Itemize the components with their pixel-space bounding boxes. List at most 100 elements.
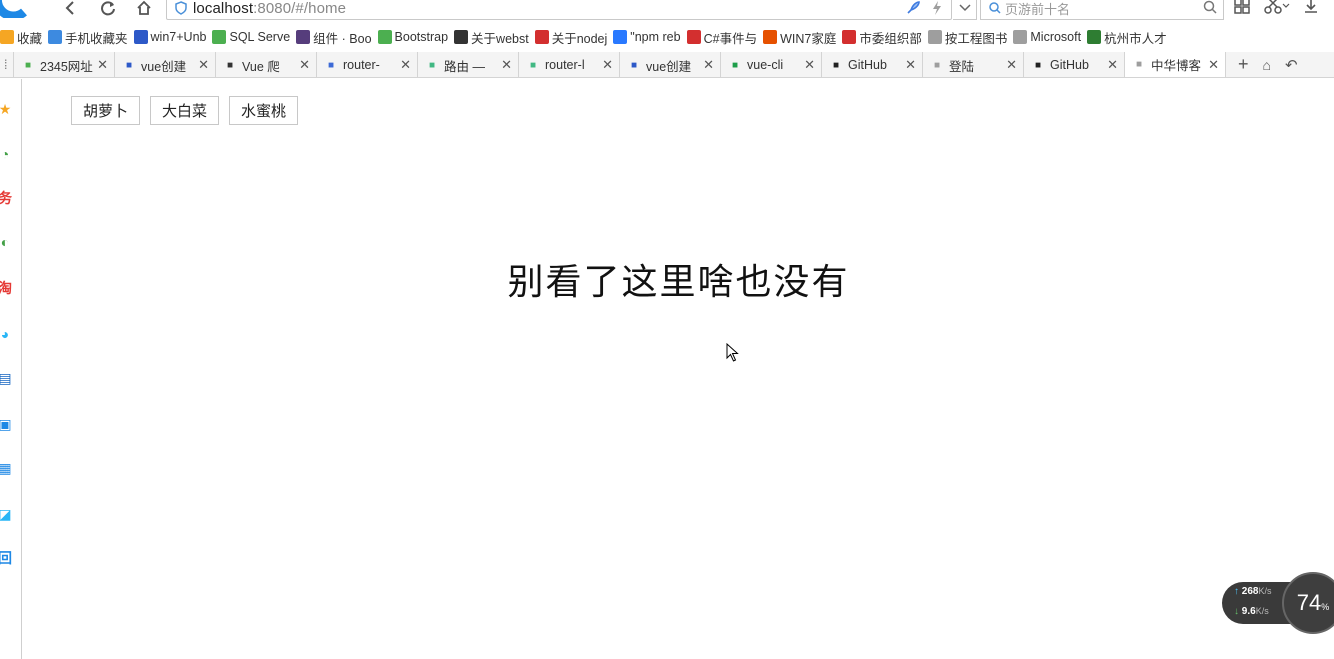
browser-tab[interactable]: ■ vue创建 ✕ [115, 52, 216, 77]
bookmark-item[interactable]: 关于webst [454, 28, 535, 47]
undo-close-icon[interactable]: ↶ [1285, 56, 1298, 74]
star-icon[interactable]: ★ [0, 98, 16, 120]
bookmark-item[interactable]: 关于nodej [534, 28, 614, 47]
chevron-left-icon [65, 1, 74, 15]
search-icon [989, 2, 1001, 14]
home-icon [137, 0, 151, 15]
close-icon[interactable]: ✕ [1006, 57, 1017, 73]
windows-icon [763, 30, 778, 44]
browser-tab[interactable]: ■ GitHub ✕ [822, 52, 923, 77]
sql-icon [212, 30, 227, 44]
arrow-up-icon: ↑ [1234, 586, 1239, 597]
restore-tab-icon[interactable]: ⌂ [1263, 57, 1271, 73]
shield-icon [175, 1, 187, 15]
sidebar: ★ ◔ 务 ◐ 淘 ◕ ▤ ▣ ▦ ◪ 回 [0, 79, 22, 659]
bookmark-item[interactable]: 市委组织部 [842, 28, 928, 47]
page-icon [927, 30, 942, 44]
bookmark-label: Bootstrap [394, 30, 449, 44]
address-bar[interactable]: localhost:8080/#/home [166, 0, 952, 20]
page-icon: ■ [933, 59, 941, 71]
screenshot-icon[interactable]: 回 [0, 547, 16, 569]
browser-tab[interactable]: ■ router-l ✕ [519, 52, 620, 77]
close-icon[interactable]: ✕ [1208, 57, 1219, 73]
bookmark-label: 手机收藏夹 [65, 31, 128, 46]
tab-label: vue创建 [141, 59, 187, 74]
home-button[interactable] [132, 0, 156, 16]
new-tab-icon[interactable]: + [1238, 54, 1249, 75]
nav-link-peach[interactable]: 水蜜桃 [229, 96, 299, 125]
bookmark-item[interactable]: WIN7家庭 [763, 28, 842, 47]
tab-label: 登陆 [949, 59, 975, 74]
back-button[interactable] [58, 0, 82, 16]
browser-tab[interactable]: ■ 登陆 ✕ [923, 52, 1024, 77]
bookmark-label: Microsoft [1030, 30, 1082, 44]
scissors-icon[interactable] [1264, 0, 1290, 14]
reload-icon [101, 1, 115, 16]
close-icon[interactable]: ✕ [299, 57, 310, 73]
browser-tab[interactable]: ■ vue-cli ✕ [721, 52, 822, 77]
bookmark-item[interactable]: 手机收藏夹 [48, 28, 134, 47]
apps-grid-icon[interactable] [1234, 0, 1250, 14]
browser-tab[interactable]: ■ GitHub ✕ [1024, 52, 1125, 77]
browser-tab[interactable]: ■ Vue 爬 ✕ [216, 52, 317, 77]
url-dropdown-button[interactable] [953, 0, 977, 20]
browser-tab[interactable]: ■ router- ✕ [317, 52, 418, 77]
computer-icon[interactable]: ▣ [0, 413, 16, 435]
close-icon[interactable]: ✕ [198, 57, 209, 73]
close-icon[interactable]: ✕ [1107, 57, 1118, 73]
gauge-unit: % [1321, 602, 1330, 612]
bookmark-item[interactable]: 组件 · Boo [296, 28, 377, 47]
reload-button[interactable] [96, 0, 120, 16]
url-text: localhost:8080/#/home [193, 0, 347, 17]
chat-icon[interactable]: ◐ [0, 231, 16, 253]
tree-icon [1087, 30, 1102, 44]
page-icon: ■ [1135, 59, 1143, 70]
browser-tab[interactable]: ■ vue创建 ✕ [620, 52, 721, 77]
close-icon[interactable]: ✕ [804, 57, 815, 73]
calculator-icon[interactable]: ▦ [0, 457, 16, 479]
bookmark-item[interactable]: 按工程图书 [927, 28, 1014, 47]
close-icon[interactable]: ✕ [703, 57, 714, 73]
bookmark-item[interactable]: 收藏 [0, 28, 48, 47]
game-icon[interactable]: ◕ [0, 323, 16, 345]
browser-tab[interactable]: ■ 2345网址 ✕ [14, 52, 115, 77]
close-icon[interactable]: ✕ [602, 57, 613, 73]
bookmark-item[interactable]: C#事件与 [686, 28, 763, 47]
bookmark-item[interactable]: Microsoft [1013, 30, 1087, 44]
arrow-down-icon: ↓ [1234, 606, 1239, 617]
search-go-icon[interactable] [1203, 0, 1217, 14]
search-input[interactable]: 页游前十名 [980, 0, 1224, 20]
tab-overflow-edge[interactable]: ⁞ [0, 52, 14, 77]
video-icon[interactable]: ▤ [0, 367, 16, 389]
star-icon [0, 30, 14, 44]
note-icon[interactable]: ◪ [0, 503, 16, 525]
close-icon[interactable]: ✕ [400, 57, 411, 73]
bookmark-item[interactable]: "npm reb [613, 30, 686, 44]
bookmark-item[interactable]: 杭州市人才 [1087, 28, 1173, 47]
browser-tab[interactable]: ■ 路由 — ✕ [418, 52, 519, 77]
bookmark-item[interactable]: Bootstrap [377, 30, 455, 44]
bookmark-item[interactable]: win7+Unb [133, 30, 213, 44]
tab-label: router-l [545, 58, 585, 72]
bookmark-label: 关于webst [471, 31, 529, 46]
csdn-icon [686, 30, 701, 44]
bookmark-item[interactable]: SQL Serve [212, 30, 296, 44]
nav-link-cabbage[interactable]: 大白菜 [150, 96, 220, 125]
lightning-icon[interactable] [931, 0, 943, 16]
browser-tab[interactable]: ■ 中华博客 ✕ [1125, 52, 1226, 77]
github-icon: ■ [1034, 59, 1042, 71]
cluster-icon: ■ [327, 59, 335, 71]
close-icon[interactable]: ✕ [97, 57, 108, 73]
rocket-icon[interactable] [905, 0, 921, 16]
page-icon [1013, 30, 1028, 44]
close-icon[interactable]: ✕ [501, 57, 512, 73]
taobao-icon[interactable]: 淘 [0, 277, 16, 299]
close-icon[interactable]: ✕ [905, 57, 916, 73]
clock-icon[interactable]: ◔ [0, 143, 16, 165]
paw-icon: ■ [630, 59, 638, 71]
nav-link-carrot[interactable]: 胡萝卜 [71, 96, 141, 125]
download-icon[interactable] [1304, 0, 1318, 14]
task-icon[interactable]: 务 [0, 187, 16, 209]
bookmark-label: C#事件与 [703, 31, 758, 46]
bookmark-label: 关于nodej [551, 31, 608, 46]
